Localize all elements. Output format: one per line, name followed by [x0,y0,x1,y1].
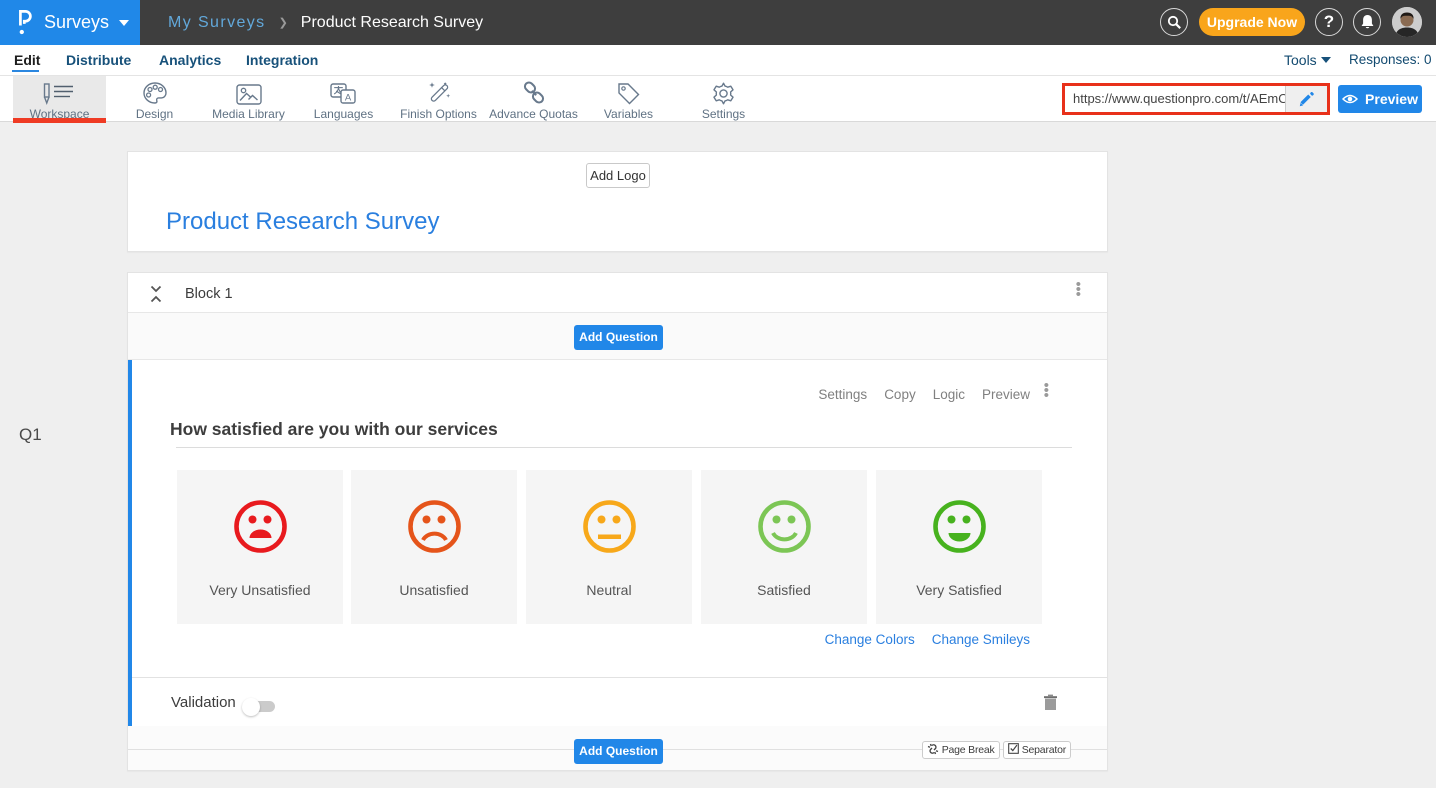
svg-text:A: A [345,92,352,103]
